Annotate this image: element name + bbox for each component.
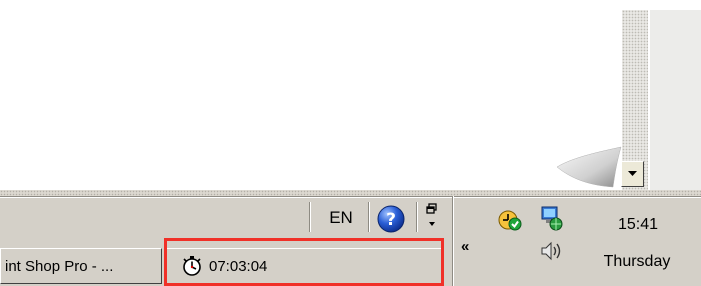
tray-expand-button[interactable]: « [461,238,469,255]
window-panel [650,10,701,190]
timer-check-icon[interactable] [497,207,523,233]
help-icon[interactable]: ? [375,203,407,235]
arrow-down-icon [628,171,637,176]
scroll-down-button[interactable] [621,161,644,187]
network-globe-icon[interactable] [539,205,563,231]
language-indicator[interactable]: EN [315,200,367,236]
restore-toolbar-icon[interactable] [425,202,441,234]
system-tray: « 15:41 Thursday [452,196,693,286]
taskbar-button-timer[interactable]: 07:03:04 [166,248,442,284]
clock-time[interactable]: 15:41 [593,216,683,234]
taskbar-button-label: int Shop Pro - ... [5,257,114,275]
taskbar-button-label: 07:03:04 [209,257,268,275]
stopwatch-icon [183,256,201,276]
toolbar-separator [368,202,370,232]
svg-text:?: ? [386,210,396,230]
volume-icon[interactable] [539,239,565,263]
clock-day[interactable]: Thursday [587,253,687,271]
toolbar-separator [416,202,418,232]
page-curl-icon [556,146,622,188]
toolbar-separator [309,202,311,232]
taskbar-button-paint-shop-pro[interactable]: int Shop Pro - ... [0,248,162,284]
